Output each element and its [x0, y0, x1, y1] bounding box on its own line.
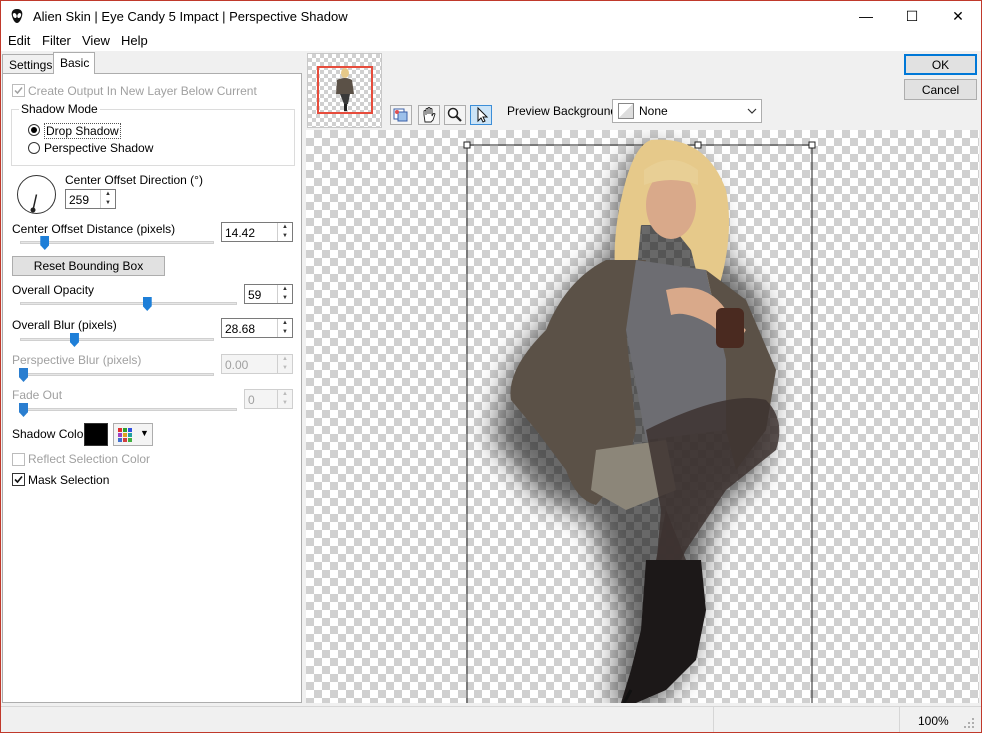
perspective-blur-track — [20, 373, 214, 376]
spin-down-icon[interactable]: ▼ — [278, 328, 292, 337]
preview-background-label: Preview Background: — [507, 104, 621, 118]
chevron-down-icon — [747, 108, 757, 114]
cancel-button[interactable]: Cancel — [904, 79, 977, 100]
status-divider — [899, 707, 900, 732]
checkmark-icon — [14, 87, 23, 95]
title-bar[interactable]: Alien Skin | Eye Candy 5 Impact | Perspe… — [1, 1, 981, 31]
status-divider — [713, 707, 714, 732]
reflect-selection-color-label: Reflect Selection Color — [28, 452, 151, 466]
center-offset-direction-label: Center Offset Direction (°) — [65, 173, 203, 187]
background-swatch-icon — [618, 103, 634, 119]
direction-needle-icon — [30, 194, 38, 213]
spin-down-icon[interactable]: ▼ — [278, 232, 292, 241]
fade-out-input: 0 ▲ ▼ — [244, 389, 293, 409]
shadow-mode-label: Shadow Mode — [19, 102, 100, 116]
zoom-tool-button[interactable] — [444, 105, 466, 125]
minimize-button[interactable]: — — [843, 1, 889, 31]
spin-down-icon[interactable]: ▼ — [278, 294, 292, 303]
preview-background-value: None — [639, 104, 668, 118]
drop-shadow-label[interactable]: Drop Shadow — [44, 123, 121, 139]
fade-out-track — [20, 408, 237, 411]
menu-view[interactable]: View — [82, 33, 110, 48]
overall-opacity-input[interactable]: 59 ▲ ▼ — [244, 284, 293, 304]
spin-up-icon: ▲ — [282, 391, 288, 397]
mask-selection-label: Mask Selection — [28, 473, 110, 487]
drop-shadow-radio[interactable] — [28, 124, 40, 136]
overall-blur-input[interactable]: 28.68 ▲ ▼ — [221, 318, 293, 338]
magnifier-icon — [447, 107, 462, 122]
overall-opacity-track[interactable] — [20, 302, 237, 305]
spin-down-icon: ▼ — [282, 400, 288, 406]
perspective-shadow-label[interactable]: Perspective Shadow — [44, 141, 153, 155]
preview-image — [463, 139, 816, 703]
spin-up-icon: ▲ — [282, 356, 288, 362]
arrow-pointer-icon — [477, 106, 489, 123]
overall-opacity-value: 59 — [248, 288, 262, 302]
menu-filter[interactable]: Filter — [42, 33, 71, 48]
preview-toggle-icon — [393, 108, 408, 122]
spin-down-icon[interactable]: ▼ — [101, 199, 115, 208]
ok-button[interactable]: OK — [904, 54, 977, 75]
shadow-color-label: Shadow Color — [12, 427, 88, 441]
spin-up-icon[interactable]: ▲ — [278, 319, 292, 328]
center-offset-distance-value: 14.42 — [225, 226, 256, 240]
mask-selection-checkbox[interactable] — [12, 473, 25, 486]
toggle-preview-button[interactable] — [390, 105, 412, 125]
perspective-blur-value: 0.00 — [225, 358, 249, 372]
overall-blur-value: 28.68 — [225, 322, 256, 336]
hand-icon — [423, 107, 436, 123]
create-output-checkbox[interactable] — [12, 84, 25, 97]
overall-opacity-label: Overall Opacity — [12, 283, 95, 297]
color-grid-icon — [118, 428, 132, 442]
overall-blur-label: Overall Blur (pixels) — [12, 318, 117, 332]
pan-tool-button[interactable] — [418, 105, 440, 125]
reflect-selection-color-checkbox — [12, 453, 25, 466]
center-offset-direction-input[interactable]: 259 ▲ ▼ — [65, 189, 116, 209]
close-icon: ✕ — [952, 7, 964, 24]
menu-bar: Edit Filter View Help — [1, 31, 981, 51]
maximize-icon: ☐ — [905, 7, 919, 24]
spin-up-icon[interactable]: ▲ — [101, 190, 115, 199]
color-palette-button[interactable]: ▼ — [113, 423, 153, 446]
window-title: Alien Skin | Eye Candy 5 Impact | Perspe… — [33, 9, 348, 24]
alien-skin-logo-icon — [11, 9, 23, 23]
checkmark-icon — [14, 475, 23, 484]
overall-blur-track[interactable] — [20, 338, 214, 341]
preview-background-select[interactable]: None — [612, 99, 762, 123]
fade-out-label: Fade Out — [12, 388, 63, 402]
tab-settings[interactable]: Settings — [2, 54, 54, 74]
maximize-button[interactable]: ☐ — [889, 1, 935, 31]
center-offset-direction-value: 259 — [69, 193, 90, 207]
select-tool-button[interactable] — [470, 105, 492, 125]
perspective-blur-label: Perspective Blur (pixels) — [12, 353, 142, 367]
direction-dial[interactable] — [17, 175, 56, 214]
fade-out-value: 0 — [248, 393, 255, 407]
zoom-level: 100% — [918, 714, 949, 728]
minimize-icon: — — [859, 8, 873, 24]
navigator-figure-icon — [336, 68, 354, 111]
menu-help[interactable]: Help — [121, 33, 148, 48]
reset-bounding-box-button[interactable]: Reset Bounding Box — [12, 256, 165, 276]
status-bar: 100% — [1, 706, 981, 732]
center-offset-distance-input[interactable]: 14.42 ▲ ▼ — [221, 222, 293, 242]
menu-edit[interactable]: Edit — [8, 33, 30, 48]
chevron-down-icon: ▼ — [140, 428, 149, 438]
center-offset-distance-label: Center Offset Distance (pixels) — [12, 222, 176, 236]
preview-navigator[interactable] — [307, 53, 382, 128]
resize-grip-icon[interactable] — [963, 717, 975, 729]
spin-up-icon[interactable]: ▲ — [278, 285, 292, 294]
preview-canvas[interactable] — [306, 130, 979, 703]
perspective-blur-input: 0.00 ▲ ▼ — [221, 354, 293, 374]
shadow-color-swatch[interactable] — [84, 423, 108, 446]
tab-basic[interactable]: Basic — [53, 52, 95, 74]
spin-up-icon[interactable]: ▲ — [278, 223, 292, 232]
create-output-label: Create Output In New Layer Below Current — [28, 84, 257, 98]
spin-down-icon: ▼ — [282, 365, 288, 371]
close-button[interactable]: ✕ — [935, 1, 981, 31]
perspective-shadow-radio[interactable] — [28, 142, 40, 154]
